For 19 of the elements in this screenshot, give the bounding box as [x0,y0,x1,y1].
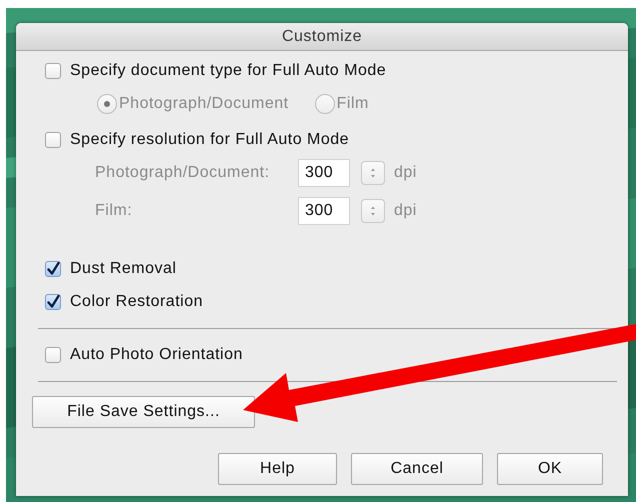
checkbox[interactable] [45,260,61,276]
radio-label: Film [336,95,369,113]
radio-label: Photograph/Document [119,95,289,113]
unit-label: dpi [394,202,417,220]
dialog-button[interactable]: Cancel [351,453,483,485]
checkbox-label: Dust Removal [70,260,176,278]
checkbox[interactable] [45,294,61,310]
window-title: Customize [16,23,628,51]
checkbox[interactable] [45,347,61,363]
field-label: Photograph/Document: [95,164,271,182]
checkbox-label: Auto Photo Orientation [70,346,243,364]
checkbox-label: Specify resolution for Full Auto Mode [70,131,350,149]
dialog-button[interactable]: OK [497,453,603,485]
field-label: Film: [95,202,134,220]
checkbox-label: Specify document type for Full Auto Mode [70,62,386,80]
file-save-settings-button[interactable]: File Save Settings... [32,396,255,428]
dialog-button[interactable]: Help [218,453,337,485]
checkbox-label: Color Restoration [70,292,203,310]
unit-label: dpi [394,164,417,182]
